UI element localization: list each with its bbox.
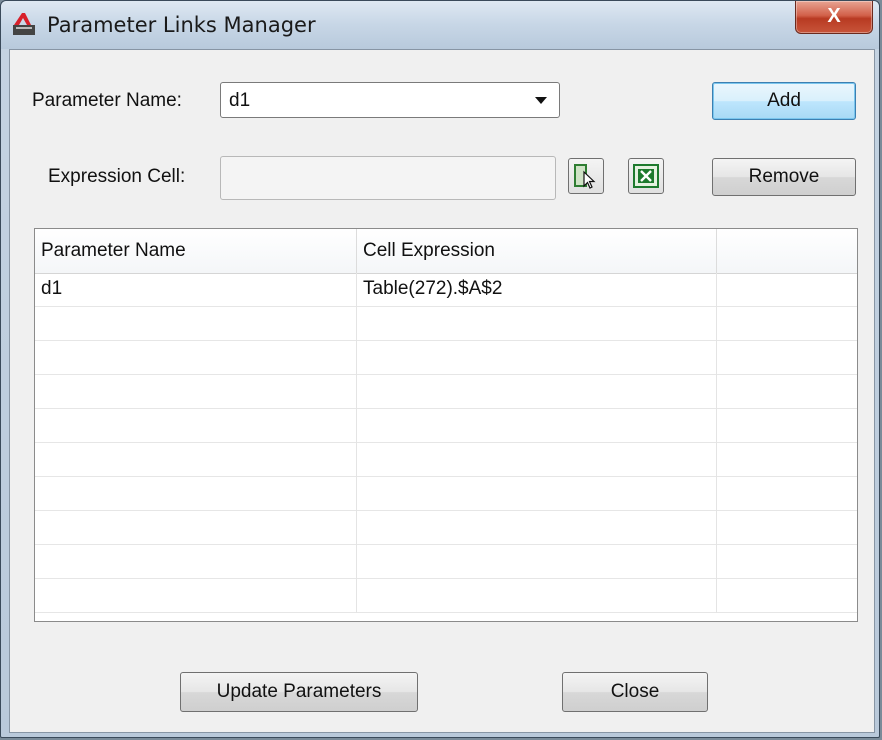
column-header-parameter-name[interactable]: Parameter Name bbox=[35, 229, 357, 273]
table-cell bbox=[35, 545, 357, 579]
column-header-cell-expression[interactable]: Cell Expression bbox=[357, 229, 717, 273]
table-cell bbox=[35, 409, 357, 443]
table-cell bbox=[717, 307, 857, 341]
table-cell bbox=[357, 545, 717, 579]
close-window-button[interactable]: X bbox=[795, 1, 873, 34]
select-cell-icon bbox=[574, 164, 596, 189]
table-cell bbox=[357, 307, 717, 341]
table-cell bbox=[357, 375, 717, 409]
table-cell bbox=[357, 409, 717, 443]
table-cell bbox=[35, 443, 357, 477]
table-row[interactable] bbox=[35, 511, 857, 545]
table-cell bbox=[717, 443, 857, 477]
table-header: Parameter Name Cell Expression bbox=[35, 229, 857, 274]
table-row[interactable] bbox=[35, 477, 857, 511]
parameter-name-dropdown[interactable]: d1 bbox=[220, 82, 560, 118]
table-cell bbox=[35, 511, 357, 545]
table-cell bbox=[717, 273, 857, 307]
window-title: Parameter Links Manager bbox=[47, 13, 316, 37]
title-bar[interactable]: Parameter Links Manager X bbox=[1, 1, 879, 49]
expression-cell-label: Expression Cell: bbox=[48, 166, 186, 187]
table-cell: d1 bbox=[35, 273, 357, 307]
table-cell bbox=[35, 579, 357, 613]
parameter-links-table[interactable]: Parameter Name Cell Expression d1 Table(2… bbox=[34, 228, 858, 622]
parameter-name-label: Parameter Name: bbox=[32, 90, 182, 111]
select-cell-button[interactable] bbox=[568, 158, 604, 194]
table-row[interactable]: d1 Table(272).$A$2 bbox=[35, 273, 857, 307]
table-cell bbox=[717, 409, 857, 443]
table-cell bbox=[35, 375, 357, 409]
parameter-name-value: d1 bbox=[229, 90, 251, 111]
table-row[interactable] bbox=[35, 409, 857, 443]
table-cell bbox=[717, 579, 857, 613]
table-row[interactable] bbox=[35, 579, 857, 613]
table-cell bbox=[717, 341, 857, 375]
table-cell bbox=[357, 579, 717, 613]
table-cell bbox=[717, 545, 857, 579]
table-cell bbox=[357, 341, 717, 375]
table-cell bbox=[35, 307, 357, 341]
table-cell bbox=[35, 477, 357, 511]
table-row[interactable] bbox=[35, 375, 857, 409]
table-cell bbox=[357, 443, 717, 477]
excel-icon bbox=[633, 164, 659, 188]
table-row[interactable] bbox=[35, 307, 857, 341]
table-cell bbox=[357, 477, 717, 511]
dialog-window: Parameter Links Manager X Parameter Name… bbox=[0, 0, 880, 738]
close-button[interactable]: Close bbox=[562, 672, 708, 712]
autocad-app-icon bbox=[13, 13, 35, 35]
table-cell bbox=[717, 511, 857, 545]
table-cell bbox=[717, 375, 857, 409]
excel-button[interactable] bbox=[628, 158, 664, 194]
update-parameters-button[interactable]: Update Parameters bbox=[180, 672, 418, 712]
remove-button[interactable]: Remove bbox=[712, 158, 856, 196]
expression-cell-field[interactable] bbox=[220, 156, 556, 200]
table-row[interactable] bbox=[35, 545, 857, 579]
chevron-down-icon bbox=[535, 97, 547, 104]
add-button[interactable]: Add bbox=[712, 82, 856, 120]
table-row[interactable] bbox=[35, 443, 857, 477]
table-cell bbox=[35, 341, 357, 375]
table-row[interactable] bbox=[35, 341, 857, 375]
table-cell: Table(272).$A$2 bbox=[357, 273, 717, 307]
column-header-extra[interactable] bbox=[717, 229, 857, 273]
dialog-body: Parameter Name: d1 Add Expression Cell: … bbox=[9, 49, 875, 733]
table-cell bbox=[717, 477, 857, 511]
table-cell bbox=[357, 511, 717, 545]
